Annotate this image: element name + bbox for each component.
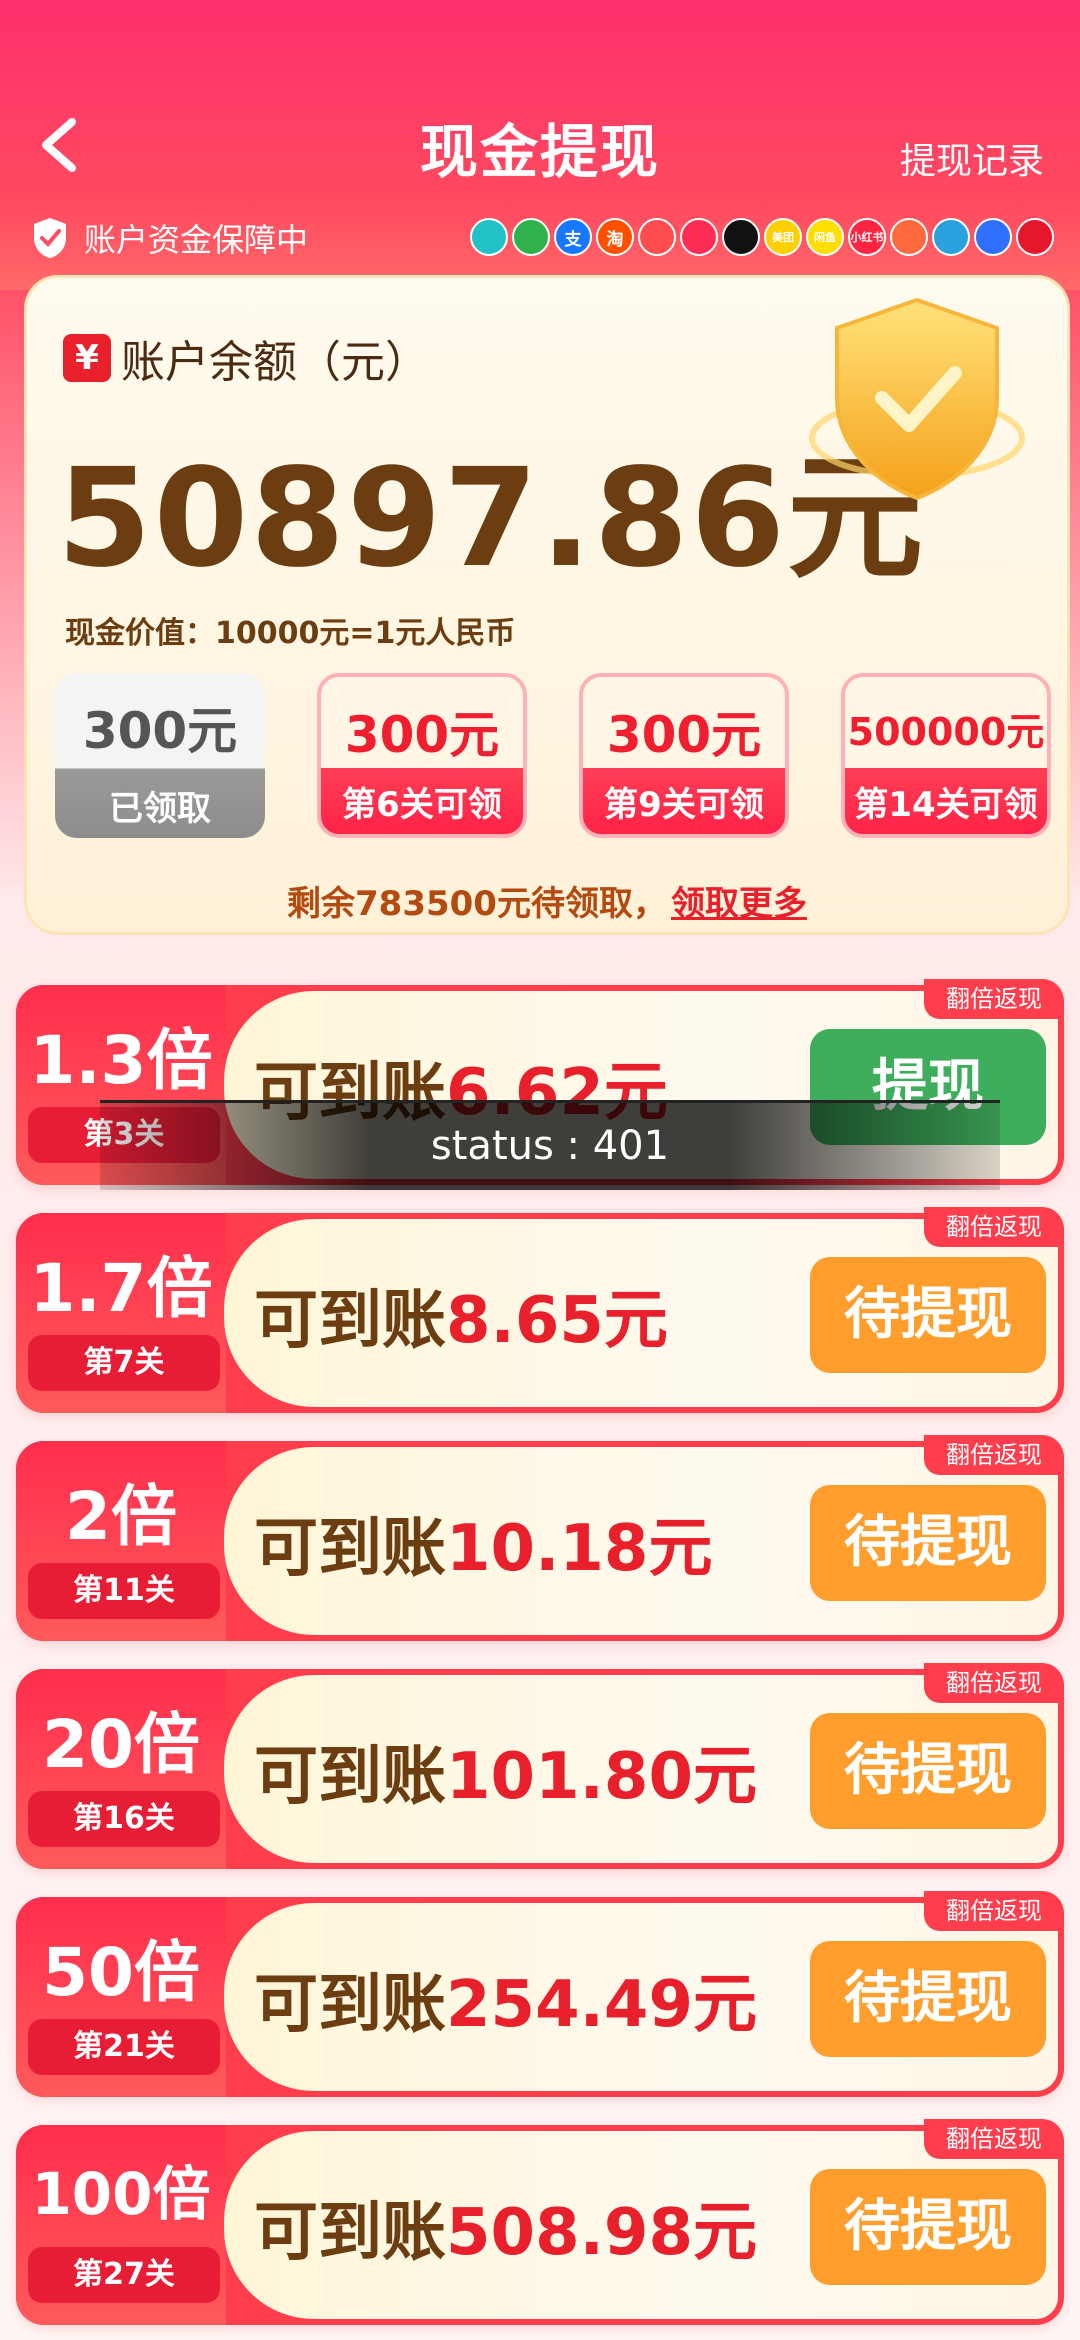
paw-icon [974, 218, 1012, 256]
reward-item[interactable]: 300元 已领取 [55, 673, 265, 838]
receivable-text: 可到账101.80元 [254, 1725, 757, 1817]
receivable-amount: 254.49元 [446, 1968, 757, 2042]
reward-amount: 300元 [82, 702, 238, 760]
withdraw-row: 20倍 第16关 可到账101.80元 待提现 翻倍返现 [16, 1663, 1064, 1869]
receivable-prefix: 可到账 [254, 1284, 446, 1358]
balance-amount: 50897.86元 [57, 440, 926, 598]
reward-item[interactable]: 500000元 第14关可领 [841, 673, 1051, 838]
header: 现金提现 提现记录 账户资金保障中 支淘美团 闲鱼 小红书 [0, 0, 1080, 290]
bird-icon [638, 218, 676, 256]
row-body: 可到账508.98元 待提现 [224, 2131, 1058, 2319]
reward-status: 第6关可领 [342, 785, 502, 825]
withdraw-row: 1.7倍 第7关 可到账8.65元 待提现 翻倍返现 [16, 1207, 1064, 1413]
pending-withdraw-button[interactable]: 待提现 [810, 1941, 1046, 2057]
alipay-icon: 支 [554, 218, 592, 256]
multiplier: 2倍 [65, 1478, 177, 1555]
multiplier: 100倍 [31, 2160, 211, 2228]
balance-card: ¥ 账户余额（元） 50897.86元 现金价值：10000元=1元人民币 30… [24, 275, 1070, 935]
withdraw-row: 100倍 第27关 可到账508.98元 待提现 翻倍返现 [16, 2119, 1064, 2325]
security-badge: 账户资金保障中 [30, 215, 308, 261]
flower-icon [890, 218, 928, 256]
balance-label-text: 账户余额（元） [121, 337, 429, 388]
lotus-icon [680, 218, 718, 256]
level-badge: 第27关 [28, 2247, 220, 2303]
multiplier-panel: 50倍 第21关 [16, 1897, 226, 2097]
reward-status: 已领取 [109, 789, 211, 829]
multiplier-panel: 1.7倍 第7关 [16, 1213, 226, 1413]
withdraw-row: 50倍 第21关 可到账254.49元 待提现 翻倍返现 [16, 1891, 1064, 2097]
double-cashback-tag: 翻倍返现 [924, 1207, 1064, 1247]
level-badge: 第11关 [28, 1563, 220, 1619]
taobao-icon: 淘 [596, 218, 634, 256]
remaining-text: 剩余783500元待领取， [287, 884, 667, 924]
receivable-amount: 8.65元 [446, 1284, 668, 1358]
security-text: 账户资金保障中 [84, 221, 309, 259]
multiplier: 20倍 [42, 1706, 200, 1783]
yen-icon: ¥ [63, 334, 111, 382]
receivable-text: 可到账254.49元 [254, 1953, 757, 2045]
receivable-amount: 101.80元 [446, 1740, 757, 1814]
weibo-icon [1016, 218, 1054, 256]
receivable-prefix: 可到账 [254, 1512, 446, 1586]
multiplier: 50倍 [42, 1934, 200, 2011]
withdraw-record-link[interactable]: 提现记录 [900, 132, 1044, 184]
double-cashback-tag: 翻倍返现 [924, 1435, 1064, 1475]
receivable-text: 可到账508.98元 [254, 2181, 757, 2273]
multiplier: 1.3倍 [29, 1022, 213, 1099]
shield-check-icon [34, 218, 66, 258]
meituan-icon: 美团 [764, 218, 802, 256]
reward-status: 第9关可领 [604, 785, 764, 825]
multiplier-panel: 2倍 第11关 [16, 1441, 226, 1641]
balance-label: ¥ 账户余额（元） [63, 326, 429, 390]
reward-amount: 300元 [344, 706, 500, 764]
telegram-icon [932, 218, 970, 256]
reward-list: 300元 已领取 300元 第6关可领 300元 第9关可领 500000元 第… [55, 673, 1055, 843]
reward-amount: 500000元 [847, 710, 1045, 754]
pending-withdraw-button[interactable]: 待提现 [810, 1485, 1046, 1601]
pending-withdraw-button[interactable]: 待提现 [810, 1257, 1046, 1373]
xiaohongshu-icon: 小红书 [848, 218, 886, 256]
xianyu-icon: 闲鱼 [806, 218, 844, 256]
toast-text: status : 401 [430, 1123, 670, 1169]
row-body: 可到账10.18元 待提现 [224, 1447, 1058, 1635]
remaining-info: 剩余783500元待领取， 领取更多 [27, 876, 1067, 925]
double-cashback-tag: 翻倍返现 [924, 1891, 1064, 1931]
reward-item[interactable]: 300元 第9关可领 [579, 673, 789, 838]
claim-more-link[interactable]: 领取更多 [671, 884, 807, 924]
level-badge: 第7关 [28, 1335, 220, 1391]
reward-item[interactable]: 300元 第6关可领 [317, 673, 527, 838]
partner-icons: 支淘 美团 闲鱼 小红书 [470, 218, 1054, 256]
receivable-prefix: 可到账 [254, 1968, 446, 2042]
double-cashback-tag: 翻倍返现 [924, 2119, 1064, 2159]
wechat-icon [512, 218, 550, 256]
receivable-prefix: 可到账 [254, 2196, 446, 2270]
receivable-text: 可到账8.65元 [254, 1269, 668, 1361]
level-badge: 第21关 [28, 2019, 220, 2075]
cash-value-rate: 现金价值：10000元=1元人民币 [65, 616, 516, 651]
douyin-icon [722, 218, 760, 256]
double-cashback-tag: 翻倍返现 [924, 979, 1064, 1019]
withdraw-row: 2倍 第11关 可到账10.18元 待提现 翻倍返现 [16, 1435, 1064, 1641]
multiplier: 1.7倍 [29, 1250, 213, 1327]
level-badge: 第16关 [28, 1791, 220, 1847]
receivable-amount: 10.18元 [446, 1512, 713, 1586]
tiktok-icon [470, 218, 508, 256]
gold-shield-icon [809, 297, 1025, 501]
row-body: 可到账8.65元 待提现 [224, 1219, 1058, 1407]
row-body: 可到账254.49元 待提现 [224, 1903, 1058, 2091]
double-cashback-tag: 翻倍返现 [924, 1663, 1064, 1703]
multiplier-panel: 100倍 第27关 [16, 2125, 226, 2325]
status-toast: status : 401 [100, 1100, 1000, 1190]
reward-status: 第14关可领 [854, 785, 1038, 825]
receivable-amount: 508.98元 [446, 2196, 757, 2270]
multiplier-panel: 20倍 第16关 [16, 1669, 226, 1869]
reward-amount: 300元 [606, 706, 762, 764]
pending-withdraw-button[interactable]: 待提现 [810, 1713, 1046, 1829]
pending-withdraw-button[interactable]: 待提现 [810, 2169, 1046, 2285]
row-body: 可到账101.80元 待提现 [224, 1675, 1058, 1863]
receivable-prefix: 可到账 [254, 1740, 446, 1814]
receivable-text: 可到账10.18元 [254, 1497, 712, 1589]
